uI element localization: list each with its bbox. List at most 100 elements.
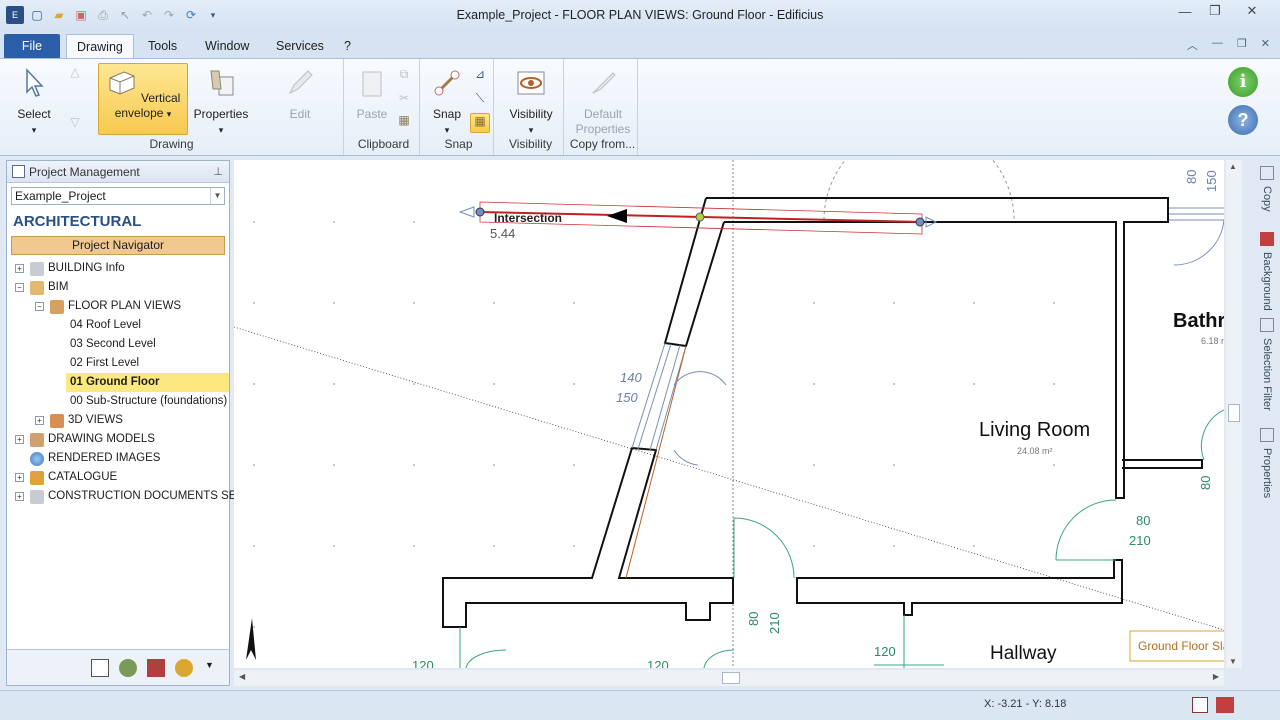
project-management-panel: Project Management ⊥ Example_Project ▼ A…: [6, 160, 244, 686]
cut-icon[interactable]: ✂: [396, 91, 412, 106]
dim-210-living: 210: [1129, 533, 1151, 548]
tree-item-bim[interactable]: − BIM: [15, 278, 68, 297]
snap-group: Snap ▾ ⊿ ⟍ ▦ Snap: [424, 59, 494, 155]
vertical-scroll-thumb[interactable]: [1228, 404, 1240, 422]
sidebar-tab-properties[interactable]: Properties: [1252, 426, 1274, 498]
material-icon[interactable]: [119, 659, 137, 677]
eye-icon: [517, 71, 545, 95]
drawing-models-icon: [30, 432, 44, 447]
3d-icon: [50, 413, 64, 428]
properties-button[interactable]: Properties ▾: [192, 67, 250, 138]
sidebar-tab-background[interactable]: Background: [1252, 230, 1274, 311]
tab-file[interactable]: File: [4, 34, 60, 59]
edit-icon: [288, 70, 313, 95]
export-icon[interactable]: [147, 659, 165, 677]
dim-120-left: 120: [412, 658, 434, 668]
report-icon[interactable]: [91, 659, 109, 677]
tree-item-drawing-models[interactable]: + DRAWING MODELS: [15, 430, 155, 449]
tab-services[interactable]: Services: [266, 34, 334, 59]
vertical-scrollbar[interactable]: ▲ ▼: [1226, 160, 1242, 668]
tree-item-ground-floor[interactable]: 01 Ground Floor: [66, 373, 229, 392]
minimize-icon[interactable]: —: [1170, 0, 1200, 22]
dim-150: 150: [616, 390, 638, 405]
visibility-button[interactable]: Visibility ▾: [504, 67, 558, 138]
floor-plan-drawing[interactable]: Intersection 5.44 Living Room 24.08 m² B…: [234, 160, 1224, 668]
footer-dropdown-icon[interactable]: ▼: [205, 660, 214, 670]
settings-icon[interactable]: [175, 659, 193, 677]
snap-group-label: Snap: [444, 137, 473, 151]
project-select-value: Example_Project: [15, 189, 106, 203]
drawing-canvas[interactable]: Intersection 5.44 Living Room 24.08 m² B…: [234, 160, 1224, 668]
paste-icon: [362, 71, 382, 97]
background-tab-icon: [1260, 232, 1274, 246]
tree-item-rendered-images[interactable]: RENDERED IMAGES: [30, 449, 160, 468]
scroll-down-icon[interactable]: ▼: [1229, 657, 1237, 666]
panel-title: Project Management: [29, 165, 140, 179]
floor-plan-icon: [50, 299, 64, 314]
ribbon-tabs: File Drawing Tools Window Services ?: [0, 32, 1280, 59]
sidebar-tab-copy[interactable]: Copy: [1252, 164, 1274, 212]
horizontal-scroll-thumb[interactable]: [722, 672, 740, 684]
scroll-left-icon[interactable]: ◀: [239, 672, 245, 681]
door-swing-hall: [733, 517, 795, 579]
ribbon: Select ▾ △ ▽ Vertical envelope ▾ Propertie…: [0, 58, 1280, 156]
wall-icon: [109, 71, 135, 95]
horizontal-scrollbar[interactable]: ◀ ▶: [234, 670, 1224, 686]
maximize-icon[interactable]: ❐: [1200, 0, 1230, 22]
tab-window[interactable]: Window: [195, 34, 259, 59]
status-settings-icon[interactable]: [1192, 697, 1208, 713]
snap-line-icon[interactable]: ⟍: [472, 91, 488, 106]
door-swing-living: [1055, 499, 1117, 561]
project-navigator-button[interactable]: Project Navigator: [11, 236, 225, 255]
snap-grid-icon[interactable]: ▦: [470, 113, 490, 133]
door-swing-bath: [1169, 207, 1224, 266]
ribbon-collapse-icon[interactable]: ︿: [1187, 37, 1198, 53]
status-background-icon[interactable]: [1216, 697, 1234, 713]
panel-header: Project Management ⊥: [7, 161, 229, 183]
edit-button[interactable]: Edit: [272, 67, 328, 122]
tab-tools[interactable]: Tools: [138, 34, 187, 59]
dim-80-right: 80: [1198, 476, 1213, 490]
dim-150-bath: 150: [1204, 170, 1219, 192]
scroll-right-icon[interactable]: ▶: [1213, 672, 1219, 681]
tree-item-construction-documents[interactable]: + CONSTRUCTION DOCUMENTS SET: [15, 487, 244, 506]
vertical-envelope-button[interactable]: Vertical envelope ▾: [98, 63, 188, 135]
help-icon[interactable]: ?: [1228, 105, 1258, 135]
tab-drawing[interactable]: Drawing: [66, 34, 134, 59]
dim-120-mid: 120: [647, 658, 669, 668]
tree-item-roof-level[interactable]: 04 Roof Level: [70, 316, 141, 335]
tree-item-first-level[interactable]: 02 First Level: [70, 354, 139, 373]
default-properties-button[interactable]: Default Properties: [570, 67, 636, 137]
doc-close-icon[interactable]: ✕: [1261, 37, 1270, 53]
tab-help[interactable]: ?: [334, 34, 361, 59]
copy-from-group: Default Properties Copy from...: [568, 59, 638, 155]
doc-minimize-icon[interactable]: —: [1212, 37, 1223, 53]
chevron-down-icon: ▼: [210, 188, 224, 204]
properties-tab-icon: [1260, 428, 1274, 442]
copy-icon[interactable]: ⧉: [396, 67, 412, 82]
paste-special-icon[interactable]: ▦: [396, 113, 412, 128]
doc-restore-icon[interactable]: ❐: [1237, 37, 1247, 53]
door-swing-left: [673, 371, 727, 466]
paste-button[interactable]: Paste: [352, 67, 392, 122]
pin-icon[interactable]: ⊥: [213, 161, 223, 183]
snap-ortho-icon[interactable]: ⊿: [472, 67, 488, 82]
tree-item-building-info[interactable]: + BUILDING Info: [15, 259, 125, 278]
sidebar-tab-selection-filter[interactable]: Selection Filter: [1252, 316, 1274, 411]
up-arrow-icon: △: [70, 65, 80, 79]
title-bar: E ▢ ▰ ▣ ⎙ ↖ ↶ ↷ ⟳ ▾ Example_Project - FL…: [0, 0, 1280, 32]
select-button[interactable]: Select ▾: [10, 67, 58, 138]
scroll-up-icon[interactable]: ▲: [1229, 162, 1237, 171]
tree-item-floor-plan-views[interactable]: − FLOOR PLAN VIEWS: [35, 297, 181, 316]
clipboard-group-label: Clipboard: [357, 137, 410, 151]
tree-item-second-level[interactable]: 03 Second Level: [70, 335, 156, 354]
tree-item-catalogue[interactable]: + CATALOGUE: [15, 468, 117, 487]
panel-icon: [12, 165, 25, 178]
snap-button[interactable]: Snap ▾: [426, 67, 468, 138]
tree-item-3d-views[interactable]: +3D VIEWS: [35, 411, 123, 430]
tree-item-sub-structure[interactable]: 00 Sub-Structure (foundations): [70, 392, 227, 411]
close-icon[interactable]: ✕: [1230, 0, 1274, 22]
drawing-group: Select ▾ △ ▽ Vertical envelope ▾ Propertie…: [0, 59, 344, 155]
project-select[interactable]: Example_Project ▼: [11, 187, 225, 205]
info-icon[interactable]: i: [1228, 67, 1258, 97]
